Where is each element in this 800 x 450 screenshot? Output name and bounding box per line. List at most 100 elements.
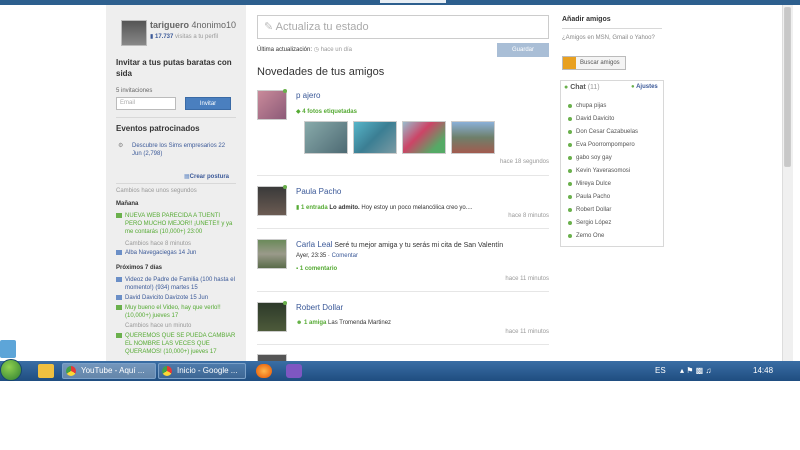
divider — [257, 228, 549, 229]
chat-contact[interactable]: Robert Dollar — [568, 207, 611, 213]
browser-tab[interactable] — [380, 0, 446, 3]
chat-contact[interactable]: chupa pijas — [568, 103, 606, 109]
profile-avatar[interactable] — [121, 20, 147, 46]
sponsored-title: Eventos patrocinados — [116, 124, 200, 133]
divider — [257, 291, 549, 292]
network-icon: ▩ — [695, 366, 704, 375]
desktop-shortcut-icon[interactable] — [0, 340, 16, 358]
post-action[interactable]: ▮ 1 entrada Lo admito. Hoy estoy un poco… — [296, 204, 472, 211]
scrollbar[interactable] — [782, 5, 793, 361]
event-link[interactable]: Muy bueno el Video, hay que verlo!! (10,… — [116, 304, 238, 320]
folder-icon[interactable] — [38, 364, 54, 378]
profile-visits: ▮ 17.737 visitas a tu perfil — [150, 34, 219, 40]
friend-name[interactable]: Carla Leal — [296, 240, 332, 249]
messenger-icon[interactable] — [286, 364, 302, 378]
chat-contact[interactable]: David Davicito — [568, 116, 614, 122]
chat-contact[interactable]: Eva Poorrompompero — [568, 142, 635, 148]
chat-contact[interactable]: Kevin Yaverasomosi — [568, 168, 630, 174]
divider — [116, 117, 236, 118]
online-indicator — [283, 89, 287, 93]
search-friends-button[interactable]: Buscar amigos — [562, 56, 626, 70]
tray-icons[interactable]: ▴ ⚑ ▩ ♫ — [680, 366, 711, 375]
post-time: hace 11 minutos — [505, 276, 549, 282]
post-meta: Ayer, 23:35 · Comentar — [296, 253, 358, 259]
divider — [257, 175, 549, 176]
friend-avatar[interactable] — [257, 90, 287, 120]
event-link[interactable]: Videoz de Padre de Familia (100 hasta el… — [116, 276, 238, 292]
email-field[interactable]: Email — [116, 97, 176, 110]
note-icon: ▮ — [296, 205, 300, 211]
event-link[interactable]: Alba Navegaciegas 14 Jun — [116, 249, 238, 257]
language-indicator[interactable]: ES — [655, 366, 666, 375]
divider — [257, 344, 549, 345]
post-time: hace 8 minutos — [508, 213, 549, 219]
left-margin — [0, 5, 106, 361]
search-icon — [563, 57, 576, 69]
sims-icon: ⚙ — [118, 143, 124, 149]
online-dot-icon: ● — [564, 84, 569, 91]
chat-settings-link[interactable]: ● Ajustes — [631, 84, 658, 90]
start-button[interactable] — [0, 359, 22, 381]
divider — [562, 28, 662, 29]
event-link[interactable]: QUEREMOS QUE SE PUEDA CAMBIAR EL NOMBRE … — [116, 332, 238, 356]
comment-link[interactable]: Comentar — [332, 253, 358, 259]
last-update: Última actualización: ◷ hace un día — [257, 47, 352, 53]
add-friends-question: ¿Amigos en MSN, Gmail o Yahoo? — [562, 35, 655, 41]
invite-title: Invitar a tus putas baratas con sida — [116, 58, 232, 78]
pencil-icon: ✎ — [264, 21, 274, 33]
friend-name[interactable]: Robert Dollar — [296, 303, 343, 312]
sponsored-event[interactable]: ⚙ Descubre los Sims empresarios 22 Jun (2… — [118, 142, 236, 158]
photo-thumbnail[interactable] — [304, 121, 348, 154]
taskbar-youtube-window[interactable]: YouTube - Aquí ... — [62, 363, 156, 379]
tag-icon: ◆ — [296, 109, 301, 115]
photo-thumbnail[interactable] — [353, 121, 397, 154]
post-action[interactable]: ☻ 1 amiga Las Tromenda Martinez — [296, 320, 391, 326]
chat-contact[interactable]: Paula Pacho — [568, 194, 610, 200]
online-indicator — [283, 185, 287, 189]
clock-icon: ◷ — [313, 47, 319, 53]
friend-avatar[interactable] — [257, 186, 287, 216]
online-indicator — [283, 301, 287, 305]
chat-contact[interactable]: gabo soy gay — [568, 155, 612, 161]
volume-icon: ♫ — [705, 366, 712, 375]
chat-contact[interactable]: Zemo One — [568, 233, 604, 239]
chat-contact[interactable]: Don Cesar Cazabuelas — [568, 129, 638, 135]
post-time: hace 18 segundos — [499, 159, 549, 165]
event-changes: Cambios hace 8 minutos — [125, 241, 192, 247]
chat-title: ● Chat (11) — [564, 84, 600, 91]
status-input[interactable]: ✎ Actualiza tu estado — [257, 15, 549, 39]
tomorrow-heading: Mañana — [116, 201, 139, 207]
photo-thumbnail[interactable] — [402, 121, 446, 154]
comment-icon: ▪ — [296, 266, 299, 272]
save-button[interactable]: Guardar — [497, 43, 549, 57]
post-time: hace 11 minutos — [505, 329, 549, 335]
next7-heading: Próximos 7 días — [116, 265, 163, 271]
clock[interactable]: 14:48 — [753, 366, 773, 375]
event-link[interactable]: NUEVA WEB PARECIDA A TUENTI PERO MUCHO M… — [116, 212, 238, 236]
friend-avatar[interactable] — [257, 239, 287, 269]
profile-name[interactable]: tariguero 4nonimo10 — [150, 20, 236, 30]
flag-icon: ⚑ — [686, 366, 694, 375]
post-status: Carla Leal Seré tu mejor amiga y tu será… — [296, 240, 504, 249]
event-changes: Cambios hace un minuto — [125, 323, 192, 329]
post-action[interactable]: ◆ 4 fotos etiquetadas — [296, 108, 357, 115]
scrollbar-thumb[interactable] — [784, 7, 791, 167]
invite-count: 5 invitaciones — [116, 88, 153, 94]
friend-avatar[interactable] — [257, 302, 287, 332]
friend-name[interactable]: p ajero — [296, 91, 320, 100]
changes-text: Cambios hace unos segundos — [116, 188, 197, 194]
invite-button[interactable]: Invitar — [185, 97, 231, 110]
photo-thumbnail[interactable] — [451, 121, 495, 154]
friend-icon: ☻ — [296, 320, 303, 326]
event-link[interactable]: David Davicito Davizote 15 Jun — [116, 294, 238, 302]
friend-name[interactable]: Paula Pacho — [296, 187, 341, 196]
create-post-link[interactable]: ▦Crear postura — [184, 173, 229, 180]
news-title: Novedades de tus amigos — [257, 66, 385, 78]
taskbar-google-window[interactable]: Inicio - Google ... — [158, 363, 246, 379]
online-dot-icon: ● — [631, 84, 635, 90]
firefox-icon[interactable] — [256, 364, 272, 378]
chat-contact[interactable]: Mireya Dulce — [568, 181, 611, 187]
friend-avatar[interactable] — [257, 354, 287, 361]
chat-contact[interactable]: Sergio López — [568, 220, 611, 226]
post-action[interactable]: ▪ 1 comentario — [296, 266, 337, 272]
